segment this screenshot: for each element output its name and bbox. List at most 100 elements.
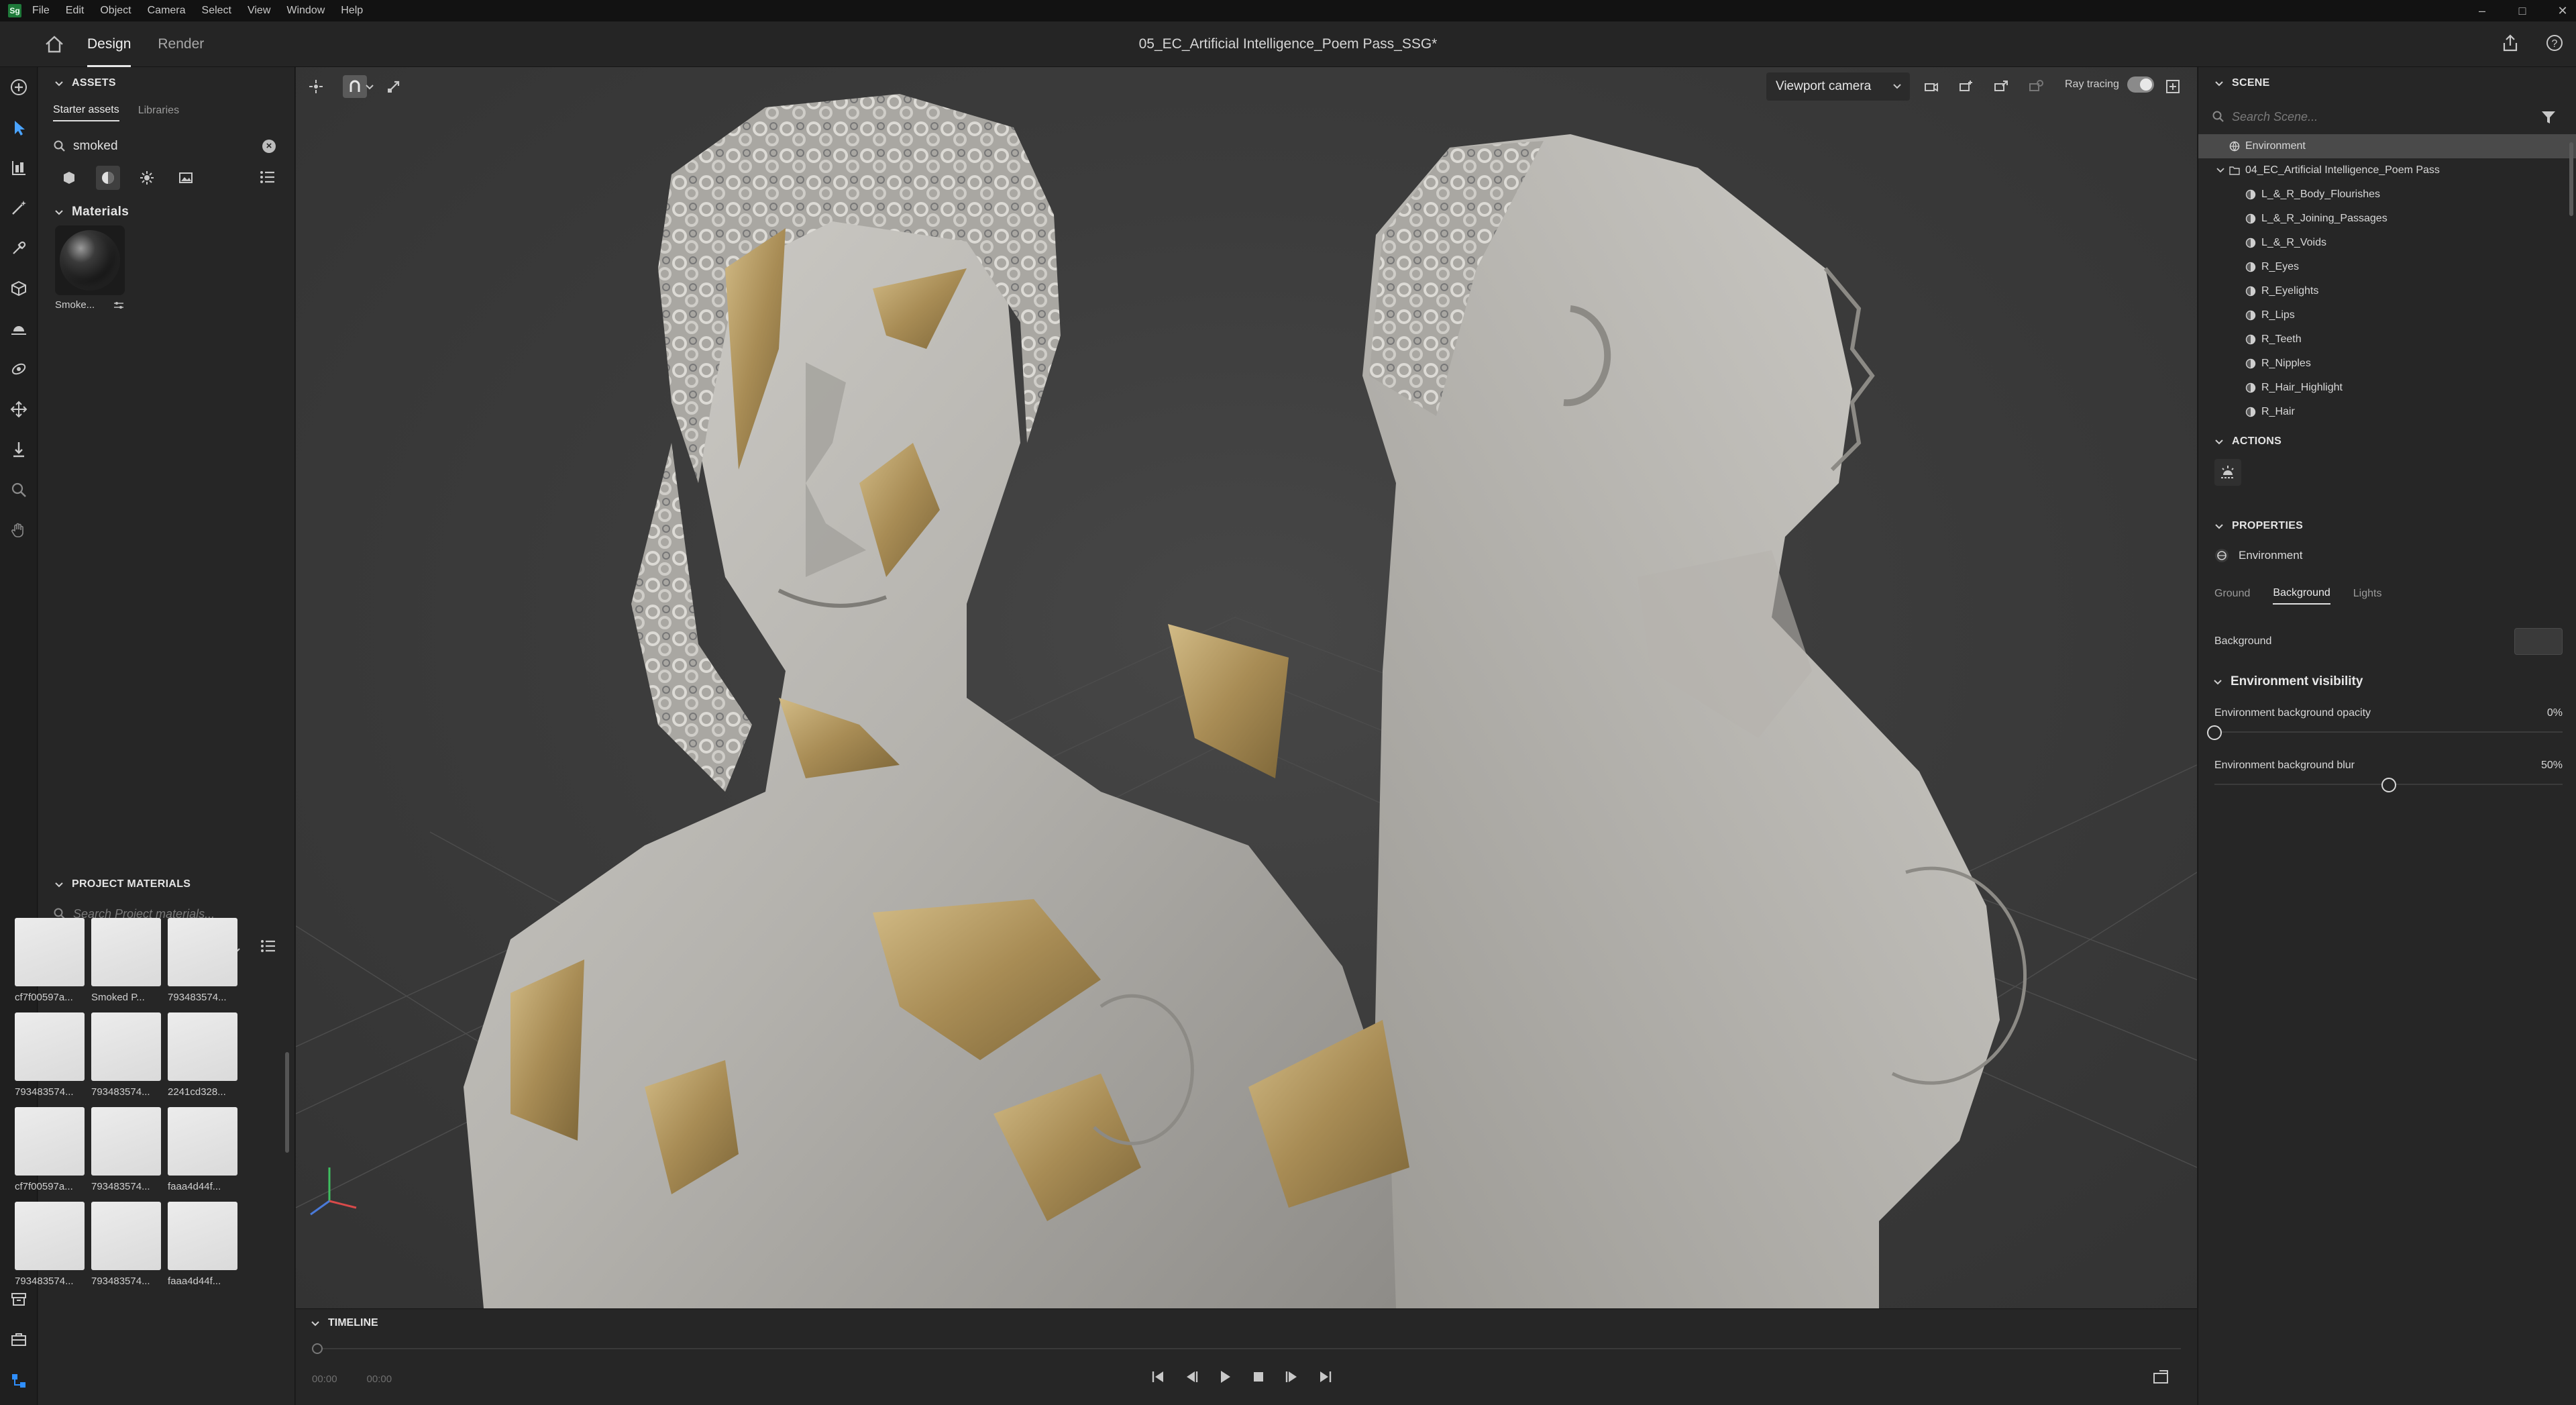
properties-section-header[interactable]: PROPERTIES (2198, 513, 2576, 539)
help-icon[interactable]: ? (2544, 32, 2565, 54)
opacity-slider-thumb[interactable] (2207, 725, 2222, 740)
project-material-thumbnail[interactable] (91, 1202, 161, 1270)
frame-selection-icon[interactable] (304, 75, 328, 98)
dolly-icon[interactable] (0, 429, 38, 470)
minimize-icon[interactable]: – (2475, 4, 2489, 18)
step-forward-icon[interactable] (1283, 1368, 1301, 1386)
project-material-thumbnail[interactable] (15, 1012, 85, 1081)
project-material-item[interactable]: 793483574... (168, 918, 237, 1003)
play-icon[interactable] (1216, 1368, 1234, 1386)
assets-search-input[interactable]: smoked (73, 139, 118, 154)
tree-item-mesh[interactable]: R_Lips (2198, 303, 2576, 327)
home-icon[interactable] (44, 35, 64, 54)
tree-item-mesh[interactable]: R_Teeth (2198, 327, 2576, 352)
tree-item-mesh[interactable]: R_Hair_Highlight (2198, 376, 2576, 400)
menu-select[interactable]: Select (202, 5, 231, 17)
eyedropper-icon[interactable] (0, 228, 38, 268)
orbit-icon[interactable] (0, 349, 38, 389)
menu-file[interactable]: File (32, 5, 50, 17)
timeline-playhead[interactable] (312, 1343, 323, 1354)
project-material-item[interactable]: faaa4d44f... (168, 1202, 237, 1287)
tree-item-environment[interactable]: Environment (2198, 134, 2576, 158)
viewport-3d[interactable]: Viewport camera Ray tracing (296, 67, 2197, 1308)
lights-filter-icon[interactable] (135, 166, 159, 190)
clear-search-icon[interactable]: × (262, 140, 276, 153)
actions-section-header[interactable]: ACTIONS (2198, 428, 2576, 455)
blur-slider[interactable] (2214, 774, 2563, 794)
project-materials-header[interactable]: PROJECT MATERIALS (38, 871, 295, 898)
background-color-swatch[interactable] (2514, 628, 2563, 655)
project-material-item[interactable]: faaa4d44f... (168, 1107, 237, 1192)
pan-icon[interactable] (0, 389, 38, 429)
timeline-track[interactable] (316, 1348, 2181, 1349)
hand-icon[interactable] (0, 510, 38, 550)
skip-to-end-icon[interactable] (1317, 1368, 1334, 1386)
menu-camera[interactable]: Camera (148, 5, 186, 17)
project-material-item[interactable]: cf7f00597a... (15, 918, 85, 1003)
tab-starter-assets[interactable]: Starter assets (53, 104, 119, 121)
skip-to-start-icon[interactable] (1149, 1368, 1167, 1386)
opacity-slider[interactable] (2207, 722, 2563, 742)
project-material-item[interactable]: 793483574... (15, 1202, 85, 1287)
assets-search[interactable]: smoked × (53, 133, 281, 160)
project-material-thumbnail[interactable] (168, 1202, 237, 1270)
align-tool-icon[interactable] (0, 148, 38, 188)
scene-graph-icon[interactable] (0, 1362, 38, 1400)
stop-icon[interactable] (1250, 1368, 1267, 1386)
menu-window[interactable]: Window (286, 5, 325, 17)
project-material-thumbnail[interactable] (168, 918, 237, 986)
camera-bookmark-icon[interactable] (1919, 75, 1943, 98)
menu-object[interactable]: Object (100, 5, 131, 17)
project-material-item[interactable]: 793483574... (15, 1012, 85, 1098)
toolbox-icon[interactable] (0, 1320, 38, 1358)
project-material-item[interactable]: Smoked P... (91, 918, 161, 1003)
blur-slider-thumb[interactable] (2381, 778, 2396, 792)
models-filter-icon[interactable] (57, 166, 81, 190)
camera-select[interactable]: Viewport camera (1766, 72, 1910, 101)
scene-search[interactable]: Search Scene... (2212, 102, 2563, 132)
project-material-thumbnail[interactable] (168, 1107, 237, 1176)
ray-tracing-toggle[interactable] (2127, 76, 2154, 93)
project-material-thumbnail[interactable] (91, 1012, 161, 1081)
light-tool-icon[interactable] (0, 309, 38, 349)
scene-search-input[interactable]: Search Scene... (2232, 110, 2318, 124)
environment-visibility-header[interactable]: Environment visibility (2198, 666, 2576, 698)
tab-design[interactable]: Design (87, 21, 131, 67)
tab-render[interactable]: Render (158, 21, 204, 67)
scene-tree-scrollbar[interactable] (2569, 142, 2573, 216)
menu-help[interactable]: Help (341, 5, 363, 17)
tree-item-mesh[interactable]: R_Hair (2198, 400, 2576, 424)
tree-item-mesh[interactable]: R_Eyelights (2198, 279, 2576, 303)
timeline-header[interactable]: TIMELINE (309, 1317, 378, 1329)
tree-item-group[interactable]: 04_EC_Artificial Intelligence_Poem Pass (2198, 158, 2576, 183)
camera-add-icon[interactable] (1954, 75, 1978, 98)
step-back-icon[interactable] (1183, 1368, 1200, 1386)
project-material-thumbnail[interactable] (15, 1107, 85, 1176)
tree-item-mesh[interactable]: R_Nipples (2198, 352, 2576, 376)
project-material-item[interactable]: 793483574... (91, 1012, 161, 1098)
material-card[interactable]: Smoke... (55, 225, 125, 311)
ground-plane-icon[interactable] (2214, 459, 2241, 486)
tab-lights[interactable]: Lights (2353, 588, 2382, 604)
material-thumbnail[interactable] (55, 225, 125, 295)
tree-item-mesh[interactable]: L_&_R_Body_Flourishes (2198, 183, 2576, 207)
tree-item-mesh[interactable]: R_Eyes (2198, 255, 2576, 279)
project-material-item[interactable]: 793483574... (91, 1202, 161, 1287)
chevron-down-icon[interactable] (2216, 166, 2225, 175)
snapping-dropdown-icon[interactable] (363, 75, 376, 98)
zoom-icon[interactable] (0, 470, 38, 510)
materials-section-header[interactable]: Materials (38, 199, 294, 225)
add-content-icon[interactable] (0, 67, 38, 107)
scene-render[interactable] (296, 67, 2197, 1308)
materials-filter-icon[interactable] (96, 166, 120, 190)
magic-select-icon[interactable] (0, 188, 38, 228)
scene-section-header[interactable]: SCENE (2198, 70, 2576, 97)
maximize-icon[interactable]: □ (2516, 4, 2529, 18)
images-filter-icon[interactable] (174, 166, 198, 190)
assets-section-header[interactable]: ASSETS (38, 70, 294, 97)
tab-background[interactable]: Background (2273, 587, 2330, 605)
primitive-icon[interactable] (0, 268, 38, 309)
tab-libraries[interactable]: Libraries (138, 105, 179, 121)
export-animation-icon[interactable] (2151, 1368, 2170, 1387)
project-material-item[interactable]: cf7f00597a... (15, 1107, 85, 1192)
